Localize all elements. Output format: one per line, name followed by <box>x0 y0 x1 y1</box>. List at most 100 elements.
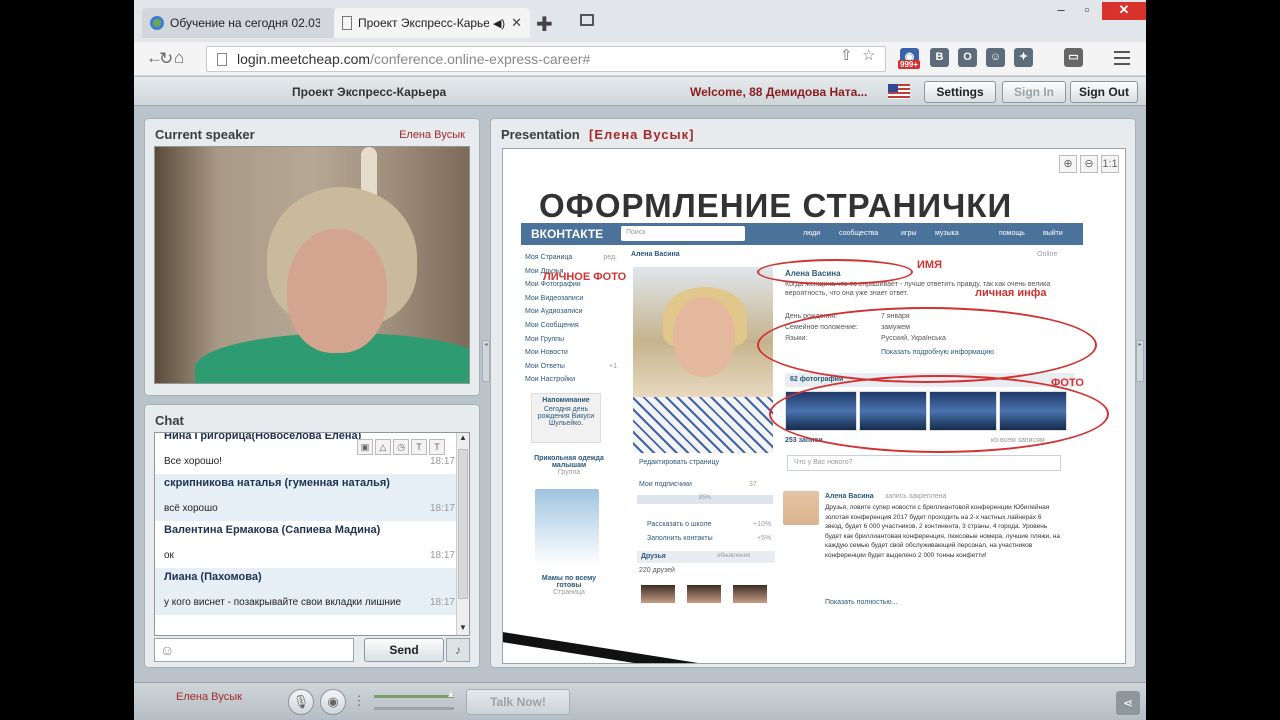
scrollbar-thumb[interactable] <box>458 449 468 599</box>
message-time: 18:17 <box>429 550 455 561</box>
reload-icon[interactable]: ↻ <box>159 49 173 69</box>
minimize-button[interactable]: – <box>1048 2 1074 20</box>
vk-friends-update: обновления <box>717 553 751 559</box>
notification-badge: 999+ <box>898 60 921 69</box>
vk-post-avatar <box>783 491 819 525</box>
vk-action-percent: +5% <box>757 535 772 542</box>
image-icon[interactable]: ▣ <box>357 439 373 455</box>
panel-title: Chat <box>155 413 184 428</box>
vk-profile-photo <box>633 267 773 453</box>
zoom-out-icon[interactable]: ⊖ <box>1080 155 1098 173</box>
app-title: Проект Экспресс-Карьера <box>292 85 447 99</box>
feedback-icon[interactable]: ▭ <box>1064 48 1083 67</box>
chat-scrollbar[interactable]: ▲ ▼ <box>456 433 469 635</box>
bookmark-star-icon[interactable]: ☆ <box>862 46 875 64</box>
vk-reminder: Напоминание Сегодня день рождения Викуси… <box>531 393 601 443</box>
new-tab-button[interactable]: ✚ <box>536 12 553 37</box>
speaker-video <box>154 146 470 384</box>
annotation-ellipse <box>757 259 913 285</box>
chat-input[interactable]: ☺ <box>154 638 354 662</box>
vk-logo: ВКОНТАКТЕ <box>531 227 604 241</box>
home-icon[interactable]: ⌂ <box>174 48 184 68</box>
close-tab-icon[interactable]: ✕ <box>511 15 522 31</box>
vk-menu-item: Мои Группы <box>525 335 564 343</box>
annotation-ellipse <box>769 375 1109 453</box>
vk-action: Заполнить контакты <box>647 535 713 542</box>
vk-search: Поиск <box>621 226 745 241</box>
window-close-button[interactable]: ✕ <box>1102 2 1146 20</box>
slide-decoration <box>503 629 800 663</box>
scroll-up-icon[interactable]: ▲ <box>457 433 469 445</box>
vk-ad-title: Прикольная одежда малышам Группа <box>534 455 604 476</box>
site-favicon-icon <box>150 16 164 30</box>
volume-icon[interactable]: ⋮ <box>352 689 366 715</box>
smiley-extension-icon[interactable]: ☺ <box>986 48 1005 67</box>
panel-title: Presentation <box>501 127 580 142</box>
current-speaker-label: Елена Вусык <box>176 691 242 703</box>
vk-nav-item: музыка <box>935 230 959 237</box>
webcam-icon[interactable]: ◉ <box>320 689 346 715</box>
vk-edit-page: Редактировать страницу <box>639 459 720 466</box>
presentation-slide: ⊕ ⊖ 1:1 ОФОРМЛЕНИЕ СТРАНИЧКИ ВКОНТАКТЕ П… <box>502 148 1126 664</box>
url-path: /conference.online-express-career# <box>370 51 591 67</box>
vk-nav-item: помощь <box>999 230 1025 237</box>
talk-now-button[interactable]: Talk Now! <box>466 689 570 715</box>
sign-out-button[interactable]: Sign Out <box>1070 81 1138 103</box>
microphone-icon[interactable]: 🎙 <box>288 689 314 715</box>
share-icon[interactable]: ⋖ <box>1116 691 1140 715</box>
page-icon <box>342 16 352 30</box>
screen: Обучение на сегодня 02.03. Проект Экспре… <box>134 0 1146 720</box>
ok-extension-icon[interactable]: О <box>958 48 977 67</box>
settings-button[interactable]: Settings <box>924 81 996 103</box>
vk-profile-name-top: Алена Васина <box>631 251 680 258</box>
message: у кого виснет - позакрывайте свои вкладк… <box>155 590 469 615</box>
font-increase-button[interactable]: T <box>411 439 427 455</box>
message-text: всё хорошо <box>164 503 218 514</box>
emoji-icon[interactable]: ☺ <box>160 642 174 658</box>
message-text: ок <box>164 550 174 561</box>
vk-post-more: Показать полностью... <box>825 599 898 606</box>
vk-friend-avatar <box>687 585 721 603</box>
actual-size-icon[interactable]: 1:1 <box>1101 155 1119 173</box>
sign-in-button[interactable]: Sign In <box>1002 81 1066 103</box>
page-info-icon[interactable] <box>217 53 227 66</box>
right-collapse-handle[interactable]: ▸ <box>1136 340 1144 382</box>
font-decrease-button[interactable]: T <box>429 439 445 455</box>
tab-search-icon[interactable] <box>580 14 594 26</box>
slider-knob-icon[interactable]: ▲ <box>446 689 456 700</box>
vk-menu-item: Мои Ответы +1 <box>525 362 617 370</box>
vk-post-box: Что у Вас нового? <box>787 455 1061 471</box>
bell-icon[interactable]: ♪ <box>446 638 470 662</box>
warning-icon[interactable]: △ <box>375 439 391 455</box>
speaker-name: Елена Вусык <box>399 129 465 141</box>
tab-express-career[interactable]: Проект Экспресс-Карьера ◀) ✕ <box>334 8 530 38</box>
tab-training[interactable]: Обучение на сегодня 02.03. <box>142 8 336 38</box>
address-bar[interactable]: login.meetcheap.com/conference.online-ex… <box>159 46 886 72</box>
chat-messages[interactable]: Нина Григорица(Новоселова Елена) Все хор… <box>154 432 470 636</box>
vk-ad-image <box>535 489 599 565</box>
vk-friend-avatar <box>641 585 675 603</box>
zoom-in-icon[interactable]: ⊕ <box>1059 155 1077 173</box>
slide-heading: ОФОРМЛЕНИЕ СТРАНИЧКИ <box>539 187 1013 224</box>
vk-friends-header: Друзья <box>637 551 775 563</box>
vk-extension-icon[interactable]: В <box>930 48 949 67</box>
send-button[interactable]: Send <box>364 638 444 662</box>
vk-menu-item: Мои Новости <box>525 349 568 357</box>
clock-icon[interactable]: ◷ <box>393 439 409 455</box>
vk-action-percent: +10% <box>753 521 772 528</box>
left-collapse-handle[interactable]: ◂ <box>482 340 490 382</box>
volume-slider[interactable] <box>374 695 454 698</box>
vk-post-text: Друзья, ловите супер новости с бриллиант… <box>825 504 1060 559</box>
scroll-down-icon[interactable]: ▼ <box>457 623 469 635</box>
vk-post-pinned: запись закреплена <box>885 493 947 500</box>
twitter-extension-icon[interactable]: ✦ <box>1014 48 1033 67</box>
restore-button[interactable]: ▫ <box>1074 2 1100 20</box>
mic-level-slider[interactable] <box>374 707 454 710</box>
vk-friend-avatar <box>733 585 767 603</box>
message-text: Все хорошо! <box>164 456 222 467</box>
message-author: Лиана (Пахомова) <box>164 571 262 583</box>
message: ок 18:17 <box>155 543 469 568</box>
browser-menu-icon[interactable] <box>1114 51 1130 69</box>
share-icon[interactable]: ⇧ <box>840 46 853 64</box>
us-flag-icon[interactable] <box>888 84 910 99</box>
